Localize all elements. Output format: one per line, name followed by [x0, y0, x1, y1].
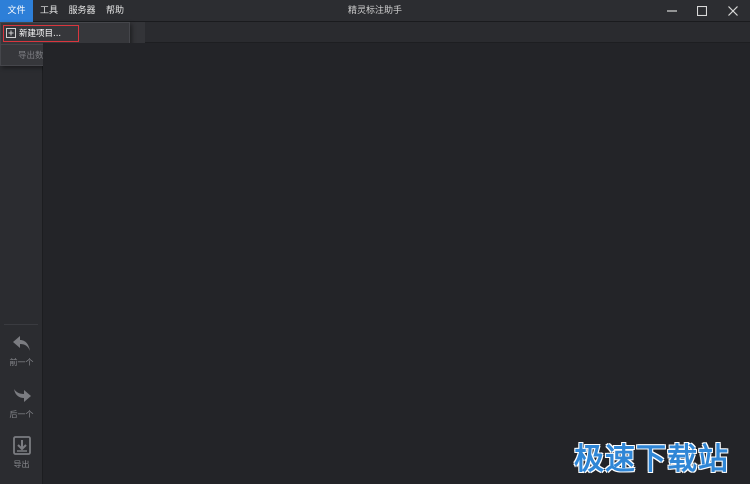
sidebar-divider [4, 324, 38, 325]
next-button[interactable]: 后一个 [0, 386, 43, 430]
new-project-label: 新建项目... [19, 29, 62, 39]
watermark-text: 极速下载站 [574, 442, 729, 477]
left-sidebar: 前一个 后一个 导出 [0, 22, 43, 484]
menu-help[interactable]: 帮助 [102, 0, 128, 22]
previous-label: 前一个 [9, 358, 34, 367]
title-bar: 文件 工具 服务器 帮助 精灵标注助手 [0, 0, 750, 22]
export-label: 导出 [13, 460, 30, 469]
next-label: 后一个 [9, 410, 34, 419]
export-icon [12, 436, 31, 455]
close-icon [728, 6, 738, 16]
menu-tools[interactable]: 工具 [36, 0, 62, 22]
menu-server[interactable]: 服务器 [65, 0, 99, 22]
previous-button[interactable]: 前一个 [0, 334, 43, 378]
toolbar-strip [43, 22, 750, 43]
maximize-button[interactable] [685, 0, 719, 22]
export-button[interactable]: 导出 [0, 436, 43, 480]
new-project-icon [6, 28, 16, 38]
main-canvas [43, 43, 750, 484]
maximize-icon [697, 6, 707, 16]
menu-file[interactable]: 文件 [0, 0, 33, 22]
minimize-button[interactable] [655, 0, 689, 22]
redo-arrow-icon [13, 389, 31, 402]
minimize-icon [667, 10, 677, 12]
undo-arrow-icon [12, 336, 30, 351]
new-project-menu-item[interactable]: 新建项目... [3, 25, 79, 42]
close-button[interactable] [716, 0, 750, 22]
